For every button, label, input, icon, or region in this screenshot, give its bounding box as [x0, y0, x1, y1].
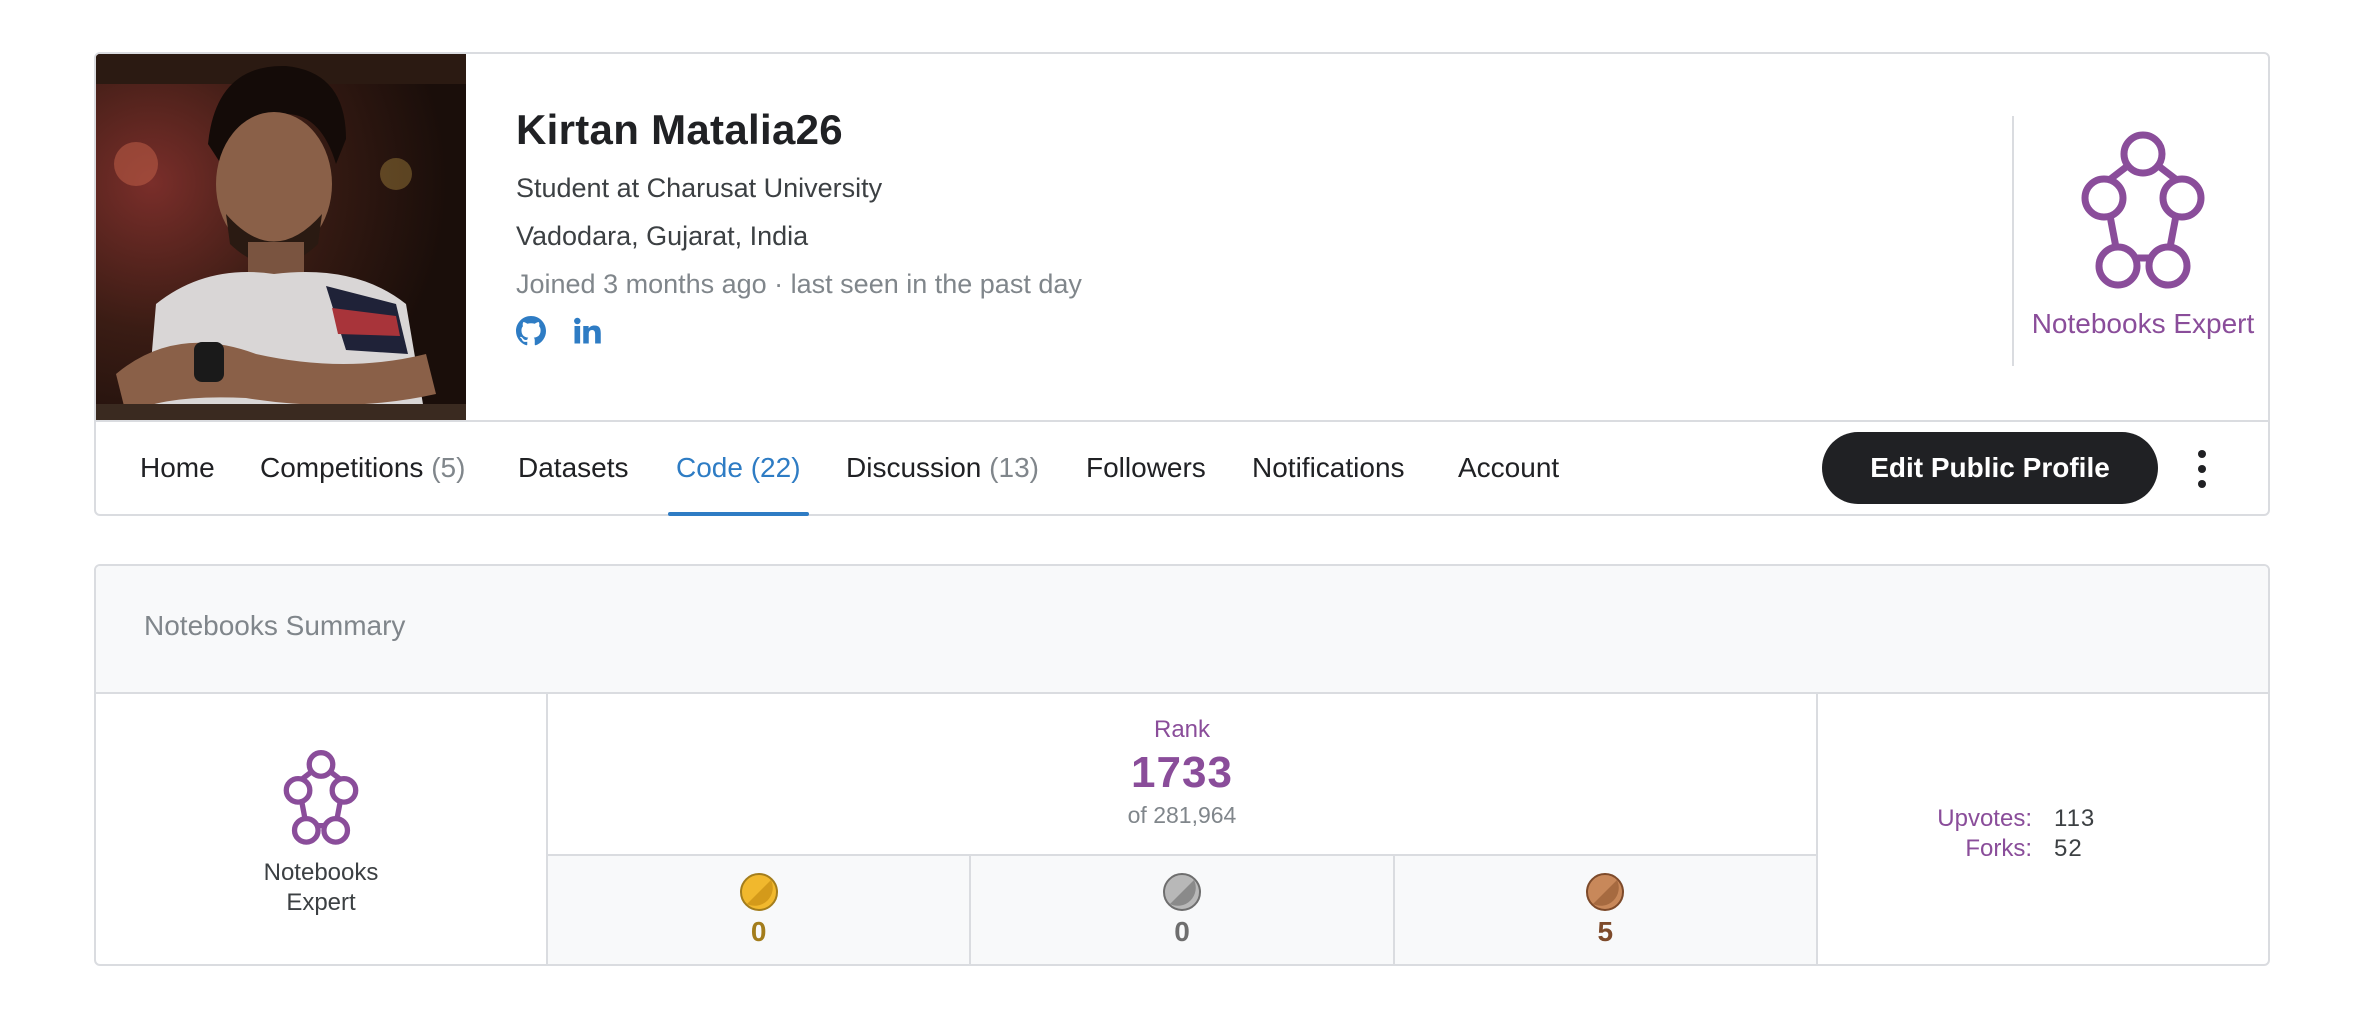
tab-label: Code [676, 452, 743, 483]
summary-stats: Upvotes: 113 Forks: 52 [1818, 694, 2268, 964]
tab-label: Notifications [1252, 452, 1405, 483]
tab-followers[interactable]: Followers [1086, 422, 1206, 518]
tab-count: (13) [989, 452, 1039, 483]
tab-count: (22) [750, 452, 801, 483]
summary-title: Notebooks Summary [144, 610, 406, 641]
tab-competitions[interactable]: Competitions (5) [260, 422, 465, 518]
social-links [516, 316, 1082, 346]
upvotes-stat: Upvotes: 113 [1818, 804, 2268, 834]
rank-total: of 281,964 [1127, 802, 1237, 828]
profile-name: Kirtan Matalia26 [516, 106, 843, 153]
tab-label: Account [1458, 452, 1560, 483]
tab-home[interactable]: Home [140, 422, 215, 518]
rank-value: 1733 [1131, 748, 1233, 797]
tier-badge: Notebooks Expert [2012, 116, 2272, 366]
edit-public-profile-button[interactable]: Edit Public Profile [1822, 432, 2158, 504]
silver-medal-count: 0 [1174, 916, 1190, 947]
upvotes-label: Upvotes: [1937, 805, 2032, 832]
profile-activity: Joined 3 months ago · last seen in the p… [516, 269, 1082, 299]
profile-info: Kirtan Matalia26 Student at Charusat Uni… [516, 106, 1082, 346]
summary-header: Notebooks Summary [96, 566, 2268, 694]
tab-label: Home [140, 452, 215, 483]
notebooks-summary-card: Notebooks Summary Notebooks Expert Rank [94, 564, 2270, 966]
github-link[interactable] [516, 316, 546, 346]
tab-label: Competitions [260, 452, 424, 483]
silver-medal: 0 [971, 856, 1395, 964]
tab-discussion[interactable]: Discussion (13) [846, 422, 1039, 518]
bronze-medal: 5 [1395, 856, 1816, 964]
tier-line-1: Notebooks [263, 859, 379, 886]
profile-avatar [96, 54, 466, 422]
rank-block: Rank 1733 of 281,964 [548, 694, 1816, 856]
notebooks-tier-icon [283, 750, 359, 845]
medals-row: 0 0 5 [548, 856, 1816, 964]
tab-code[interactable]: Code (22) [668, 422, 809, 518]
forks-stat: Forks: 52 [1818, 834, 2268, 864]
summary-tier-label: Notebooks Expert [96, 858, 546, 918]
tab-datasets[interactable]: Datasets [518, 422, 629, 518]
github-icon [516, 316, 546, 346]
rank-label: Rank [1153, 716, 1211, 743]
notebooks-tier-icon [2081, 131, 2205, 289]
linkedin-link[interactable] [572, 316, 602, 346]
avatar-photo [96, 54, 466, 422]
tab-label: Followers [1086, 452, 1206, 483]
summary-rank-section: Rank 1733 of 281,964 0 0 5 [548, 694, 1818, 964]
tab-account[interactable]: Account [1458, 422, 1559, 518]
stats-list: Upvotes: 113 Forks: 52 [1818, 804, 2268, 864]
gold-medal-count: 0 [750, 916, 767, 947]
gold-medal-icon [739, 873, 778, 911]
bronze-medal-count: 5 [1597, 916, 1614, 947]
tab-label: Discussion [846, 452, 982, 483]
tier-label: Notebooks Expert [2031, 308, 2255, 339]
tab-notifications[interactable]: Notifications [1252, 422, 1405, 518]
profile-card: Kirtan Matalia26 Student at Charusat Uni… [94, 52, 2270, 516]
active-tab-indicator [668, 512, 809, 516]
upvotes-value: 113 [2054, 805, 2096, 832]
kebab-menu-icon[interactable] [2192, 446, 2212, 494]
tab-count: (5) [431, 452, 466, 483]
tier-line-2: Expert [286, 889, 356, 916]
profile-tabs: Home Competitions (5) Datasets Code (22)… [96, 420, 2268, 518]
profile-occupation: Student at Charusat University [516, 173, 883, 203]
profile-location: Vadodara, Gujarat, India [516, 221, 809, 251]
tab-label: Datasets [518, 452, 629, 483]
gold-medal: 0 [548, 856, 972, 964]
silver-medal-icon [1162, 873, 1201, 911]
bronze-medal-icon [1586, 873, 1625, 911]
forks-value: 52 [2054, 835, 2083, 862]
forks-label: Forks: [1965, 835, 2032, 862]
linkedin-icon [574, 317, 601, 344]
summary-tier: Notebooks Expert [96, 694, 548, 964]
